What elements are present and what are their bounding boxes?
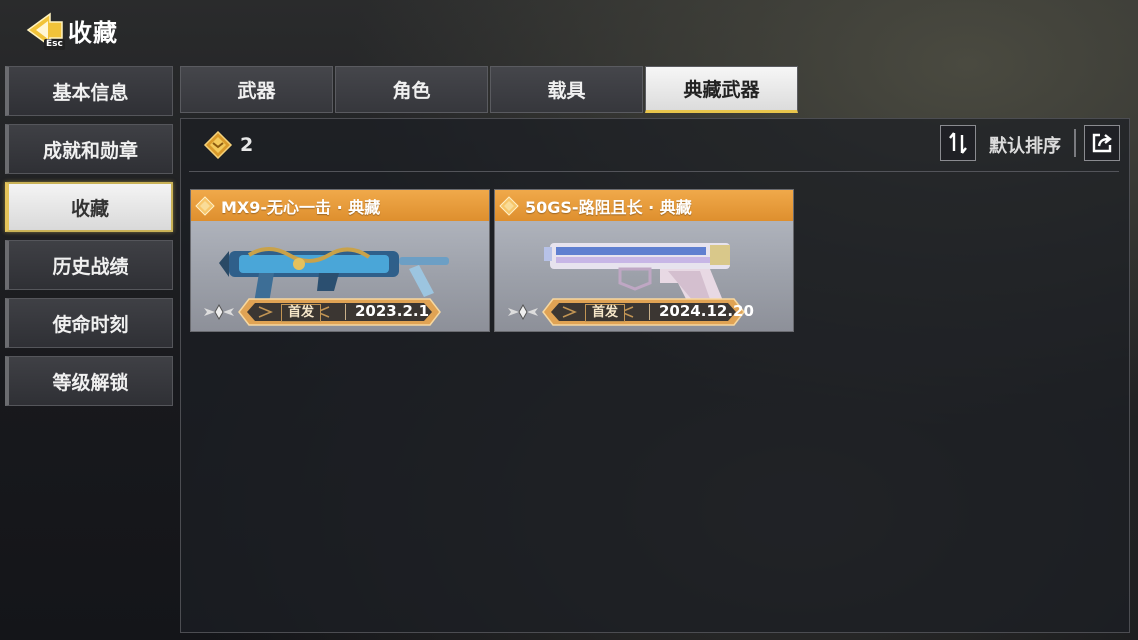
release-date: 2024.12.20 [659, 302, 754, 320]
wing-emblem-icon [508, 303, 538, 321]
sidebar-item-level-unlock[interactable]: 等级解锁 [5, 356, 173, 406]
weapon-card-title: 50GS-路阻且长 · 典藏 [525, 197, 692, 217]
sidebar-item-label: 基本信息 [52, 81, 129, 104]
count-value: 2 [240, 134, 254, 156]
weapon-card-title: MX9-无心一击 · 典藏 [221, 197, 381, 217]
tab-vehicles[interactable]: 载具 [490, 66, 643, 113]
collection-count: 2 [203, 131, 253, 159]
esc-key-label: Esc [44, 39, 65, 50]
sidebar-item-match-history[interactable]: 历史战绩 [5, 240, 173, 290]
sidebar-item-achievements[interactable]: 成就和勋章 [5, 124, 173, 174]
tab-characters[interactable]: 角色 [335, 66, 488, 113]
back-button[interactable]: Esc [22, 8, 66, 52]
release-ribbon: 首发 2023.2.1 [237, 295, 442, 329]
sidebar-item-duty-moments[interactable]: 使命时刻 [5, 298, 173, 348]
screen: Esc 收藏 基本信息 成就和勋章 收藏 历史战绩 使命时刻 等级解锁 武器 角… [0, 0, 1138, 640]
sidebar: 基本信息 成就和勋章 收藏 历史战绩 使命时刻 等级解锁 [5, 66, 173, 414]
diamond-rank-icon [499, 195, 519, 216]
tab-label: 角色 [392, 80, 431, 102]
release-date: 2023.2.1 [355, 302, 430, 320]
tab-label: 典藏武器 [683, 79, 760, 101]
sort-arrows-icon [949, 132, 967, 154]
sidebar-item-label: 等级解锁 [52, 371, 129, 394]
share-button[interactable] [1084, 125, 1120, 161]
sidebar-item-basic-info[interactable]: 基本信息 [5, 66, 173, 116]
diamond-rank-icon [203, 131, 233, 159]
wing-emblem-icon [204, 303, 234, 321]
weapon-card[interactable]: MX9-无心一击 · 典藏 首发 2023.2.1 [190, 189, 490, 332]
first-release-label: 首发 [281, 304, 322, 322]
tab-bar: 武器 角色 载具 典藏武器 [180, 66, 800, 113]
sidebar-item-label: 历史战绩 [52, 255, 129, 278]
panel-toolbar: 2 默认排序 [181, 119, 1129, 171]
release-ribbon: 首发 2024.12.20 [541, 295, 754, 329]
first-release-label: 首发 [585, 304, 626, 322]
tab-label: 载具 [547, 80, 586, 102]
share-icon [1092, 133, 1112, 153]
toolbar-divider-line [189, 171, 1119, 172]
weapon-card[interactable]: 50GS-路阻且长 · 典藏 首发 2024.12.20 [494, 189, 794, 332]
sort-toggle-button[interactable] [940, 125, 976, 161]
sidebar-item-label: 收藏 [70, 197, 109, 220]
sidebar-item-label: 使命时刻 [52, 313, 129, 336]
release-badge: 首发 2023.2.1 [203, 295, 442, 329]
sort-label[interactable]: 默认排序 [989, 132, 1061, 158]
weapon-card-header: 50GS-路阻且长 · 典藏 [495, 190, 793, 221]
tab-collector-weapons[interactable]: 典藏武器 [645, 66, 798, 113]
tab-label: 武器 [237, 80, 276, 102]
release-badge: 首发 2024.12.20 [507, 295, 754, 329]
tab-weapons[interactable]: 武器 [180, 66, 333, 113]
toolbar-divider [1074, 129, 1076, 157]
header: Esc 收藏 [22, 8, 118, 52]
weapon-card-header: MX9-无心一击 · 典藏 [191, 190, 489, 221]
sidebar-item-collection[interactable]: 收藏 [5, 182, 173, 232]
collection-panel: 2 默认排序 MX9-无心一击 · 典藏 首发 2023.2.1 50GS-路阻… [180, 118, 1130, 633]
sidebar-item-label: 成就和勋章 [42, 139, 138, 162]
diamond-rank-icon [195, 195, 215, 216]
page-title: 收藏 [68, 18, 118, 47]
